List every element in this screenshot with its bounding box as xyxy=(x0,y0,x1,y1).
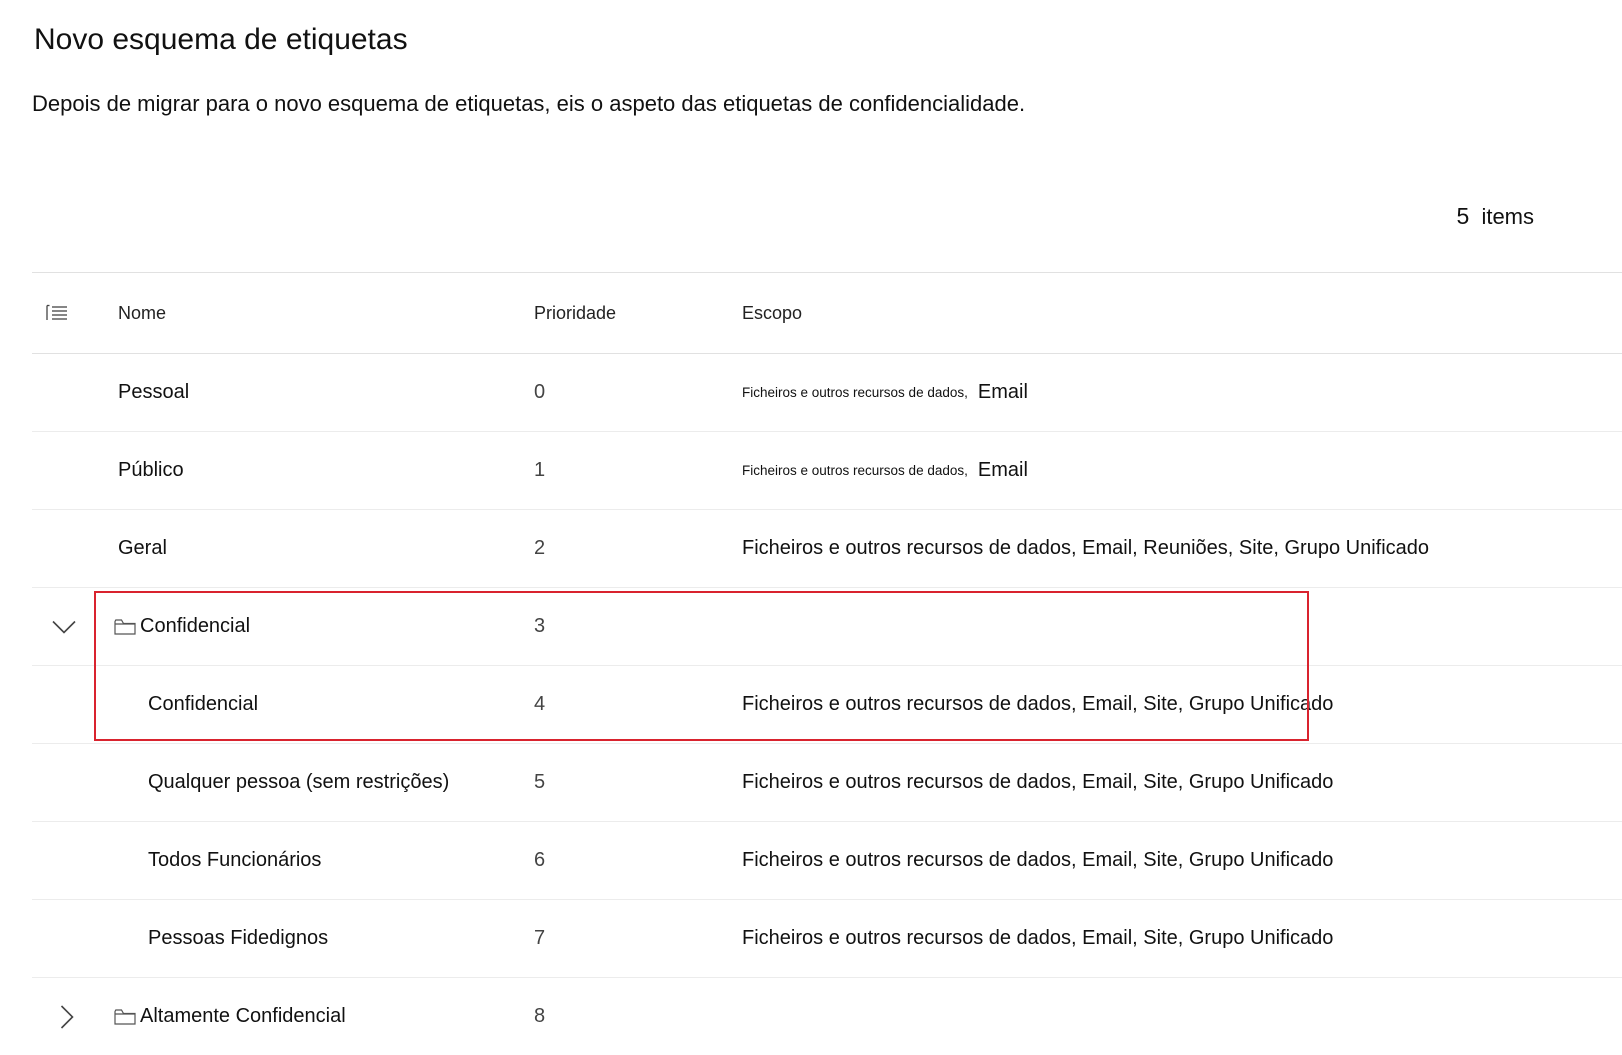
label-priority: 4 xyxy=(534,693,546,715)
label-priority: 2 xyxy=(534,537,546,559)
item-count: 5 items xyxy=(1457,200,1534,233)
page-title: Novo esquema de etiquetas xyxy=(34,23,408,56)
label-priority: 1 xyxy=(534,459,546,481)
label-scope: Ficheiros e outros recursos de dados, Em… xyxy=(742,432,1028,509)
label-scope: Ficheiros e outros recursos de dados, Em… xyxy=(742,771,1334,793)
label-name: Pessoas Fidedignos xyxy=(148,927,329,949)
table-row[interactable]: Pessoas Fidedignos 7 Ficheiros e outros … xyxy=(32,900,1622,978)
folder-icon xyxy=(114,1008,136,1025)
label-scope: Ficheiros e outros recursos de dados, Em… xyxy=(742,927,1334,949)
table-row[interactable]: Geral 2 Ficheiros e outros recursos de d… xyxy=(32,510,1622,588)
label-name: Geral xyxy=(118,537,167,559)
group-name-cell: Confidencial xyxy=(114,588,250,665)
label-priority: 0 xyxy=(534,381,546,403)
column-header-scope[interactable]: Escopo xyxy=(742,273,802,353)
chevron-down-icon xyxy=(52,620,76,634)
label-scope: Ficheiros e outros recursos de dados, Em… xyxy=(742,354,1028,431)
labels-table: Nome Prioridade Escopo Pessoal 0 Ficheir… xyxy=(32,272,1622,1055)
item-count-label: items xyxy=(1481,204,1534,229)
item-count-number: 5 xyxy=(1456,203,1470,229)
group-name-cell: Altamente Confidencial xyxy=(114,978,346,1055)
label-scope-files: Ficheiros e outros recursos de dados, xyxy=(742,463,968,478)
label-scope: Ficheiros e outros recursos de dados, Em… xyxy=(742,849,1334,871)
label-name: Confidencial xyxy=(140,615,251,637)
table-row[interactable]: Qualquer pessoa (sem restrições) 5 Fiche… xyxy=(32,744,1622,822)
chevron-right-icon xyxy=(60,1004,74,1029)
label-name: Confidencial xyxy=(148,693,259,715)
label-name: Qualquer pessoa (sem restrições) xyxy=(148,771,450,793)
label-name: Público xyxy=(118,459,184,481)
label-name: Todos Funcionários xyxy=(148,849,322,871)
label-scope-email: Email xyxy=(977,381,1028,403)
label-priority: 8 xyxy=(534,1005,546,1027)
table-row[interactable]: Confidencial 4 Ficheiros e outros recurs… xyxy=(32,666,1622,744)
label-scope-email: Email xyxy=(977,459,1028,481)
label-scope-files: Ficheiros e outros recursos de dados, xyxy=(742,385,968,400)
label-priority: 3 xyxy=(534,615,546,637)
table-header: Nome Prioridade Escopo xyxy=(32,272,1622,354)
expand-toggle[interactable] xyxy=(60,978,74,1055)
table-row[interactable]: Público 1 Ficheiros e outros recursos de… xyxy=(32,432,1622,510)
page-description: Depois de migrar para o novo esquema de … xyxy=(32,91,1026,116)
table-row-group[interactable]: Confidencial 3 xyxy=(32,588,1622,666)
column-header-name[interactable]: Nome xyxy=(118,273,166,353)
table-row[interactable]: Pessoal 0 Ficheiros e outros recursos de… xyxy=(32,354,1622,432)
label-name: Altamente Confidencial xyxy=(140,1005,346,1027)
label-name: Pessoal xyxy=(118,381,190,403)
table-row-group[interactable]: Altamente Confidencial 8 xyxy=(32,978,1622,1055)
expand-toggle[interactable] xyxy=(52,588,76,665)
list-icon xyxy=(46,304,67,320)
column-header-priority[interactable]: Prioridade xyxy=(534,273,616,353)
label-priority: 6 xyxy=(534,849,546,871)
label-priority: 5 xyxy=(534,771,546,793)
column-options-button[interactable] xyxy=(46,273,86,353)
label-scope: Ficheiros e outros recursos de dados, Em… xyxy=(742,537,1430,559)
label-scope: Ficheiros e outros recursos de dados, Em… xyxy=(742,693,1334,715)
label-priority: 7 xyxy=(534,927,546,949)
folder-icon xyxy=(114,618,136,635)
table-row[interactable]: Todos Funcionários 6 Ficheiros e outros … xyxy=(32,822,1622,900)
